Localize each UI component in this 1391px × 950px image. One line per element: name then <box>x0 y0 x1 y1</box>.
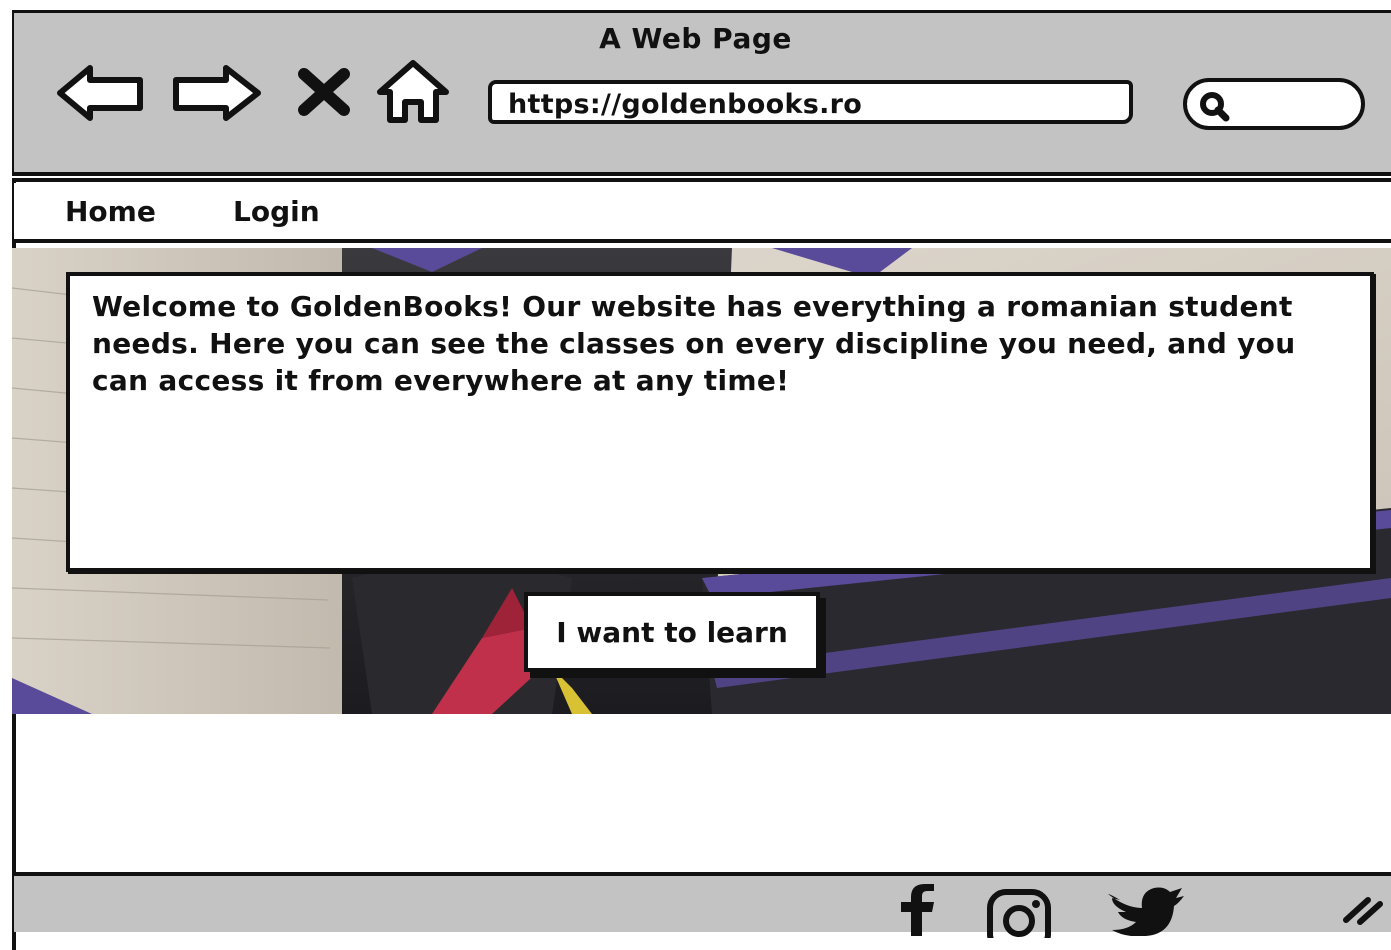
resize-grip-icon[interactable] <box>1342 892 1386 926</box>
search-icon <box>1200 92 1230 122</box>
nav-home-link[interactable]: Home <box>65 195 156 228</box>
instagram-icon[interactable] <box>986 888 1052 938</box>
learn-button[interactable]: I want to learn <box>524 592 820 672</box>
url-input[interactable]: https://goldenbooks.ro <box>488 80 1133 124</box>
toolbar-divider <box>12 172 1391 182</box>
browser-search-field[interactable] <box>1183 78 1365 130</box>
welcome-message: Welcome to GoldenBooks! Our website has … <box>66 272 1374 572</box>
twitter-icon[interactable] <box>1106 886 1184 936</box>
window-title: A Web Page <box>599 22 792 55</box>
home-icon[interactable] <box>374 58 452 126</box>
nav-login-link[interactable]: Login <box>233 195 320 228</box>
facebook-icon[interactable] <box>892 884 942 936</box>
close-icon[interactable] <box>298 68 350 116</box>
forward-arrow-icon[interactable] <box>170 62 264 124</box>
site-nav: Home Login <box>14 183 1391 243</box>
footer <box>14 872 1391 938</box>
back-arrow-icon[interactable] <box>56 62 146 124</box>
content-area <box>18 714 1391 872</box>
